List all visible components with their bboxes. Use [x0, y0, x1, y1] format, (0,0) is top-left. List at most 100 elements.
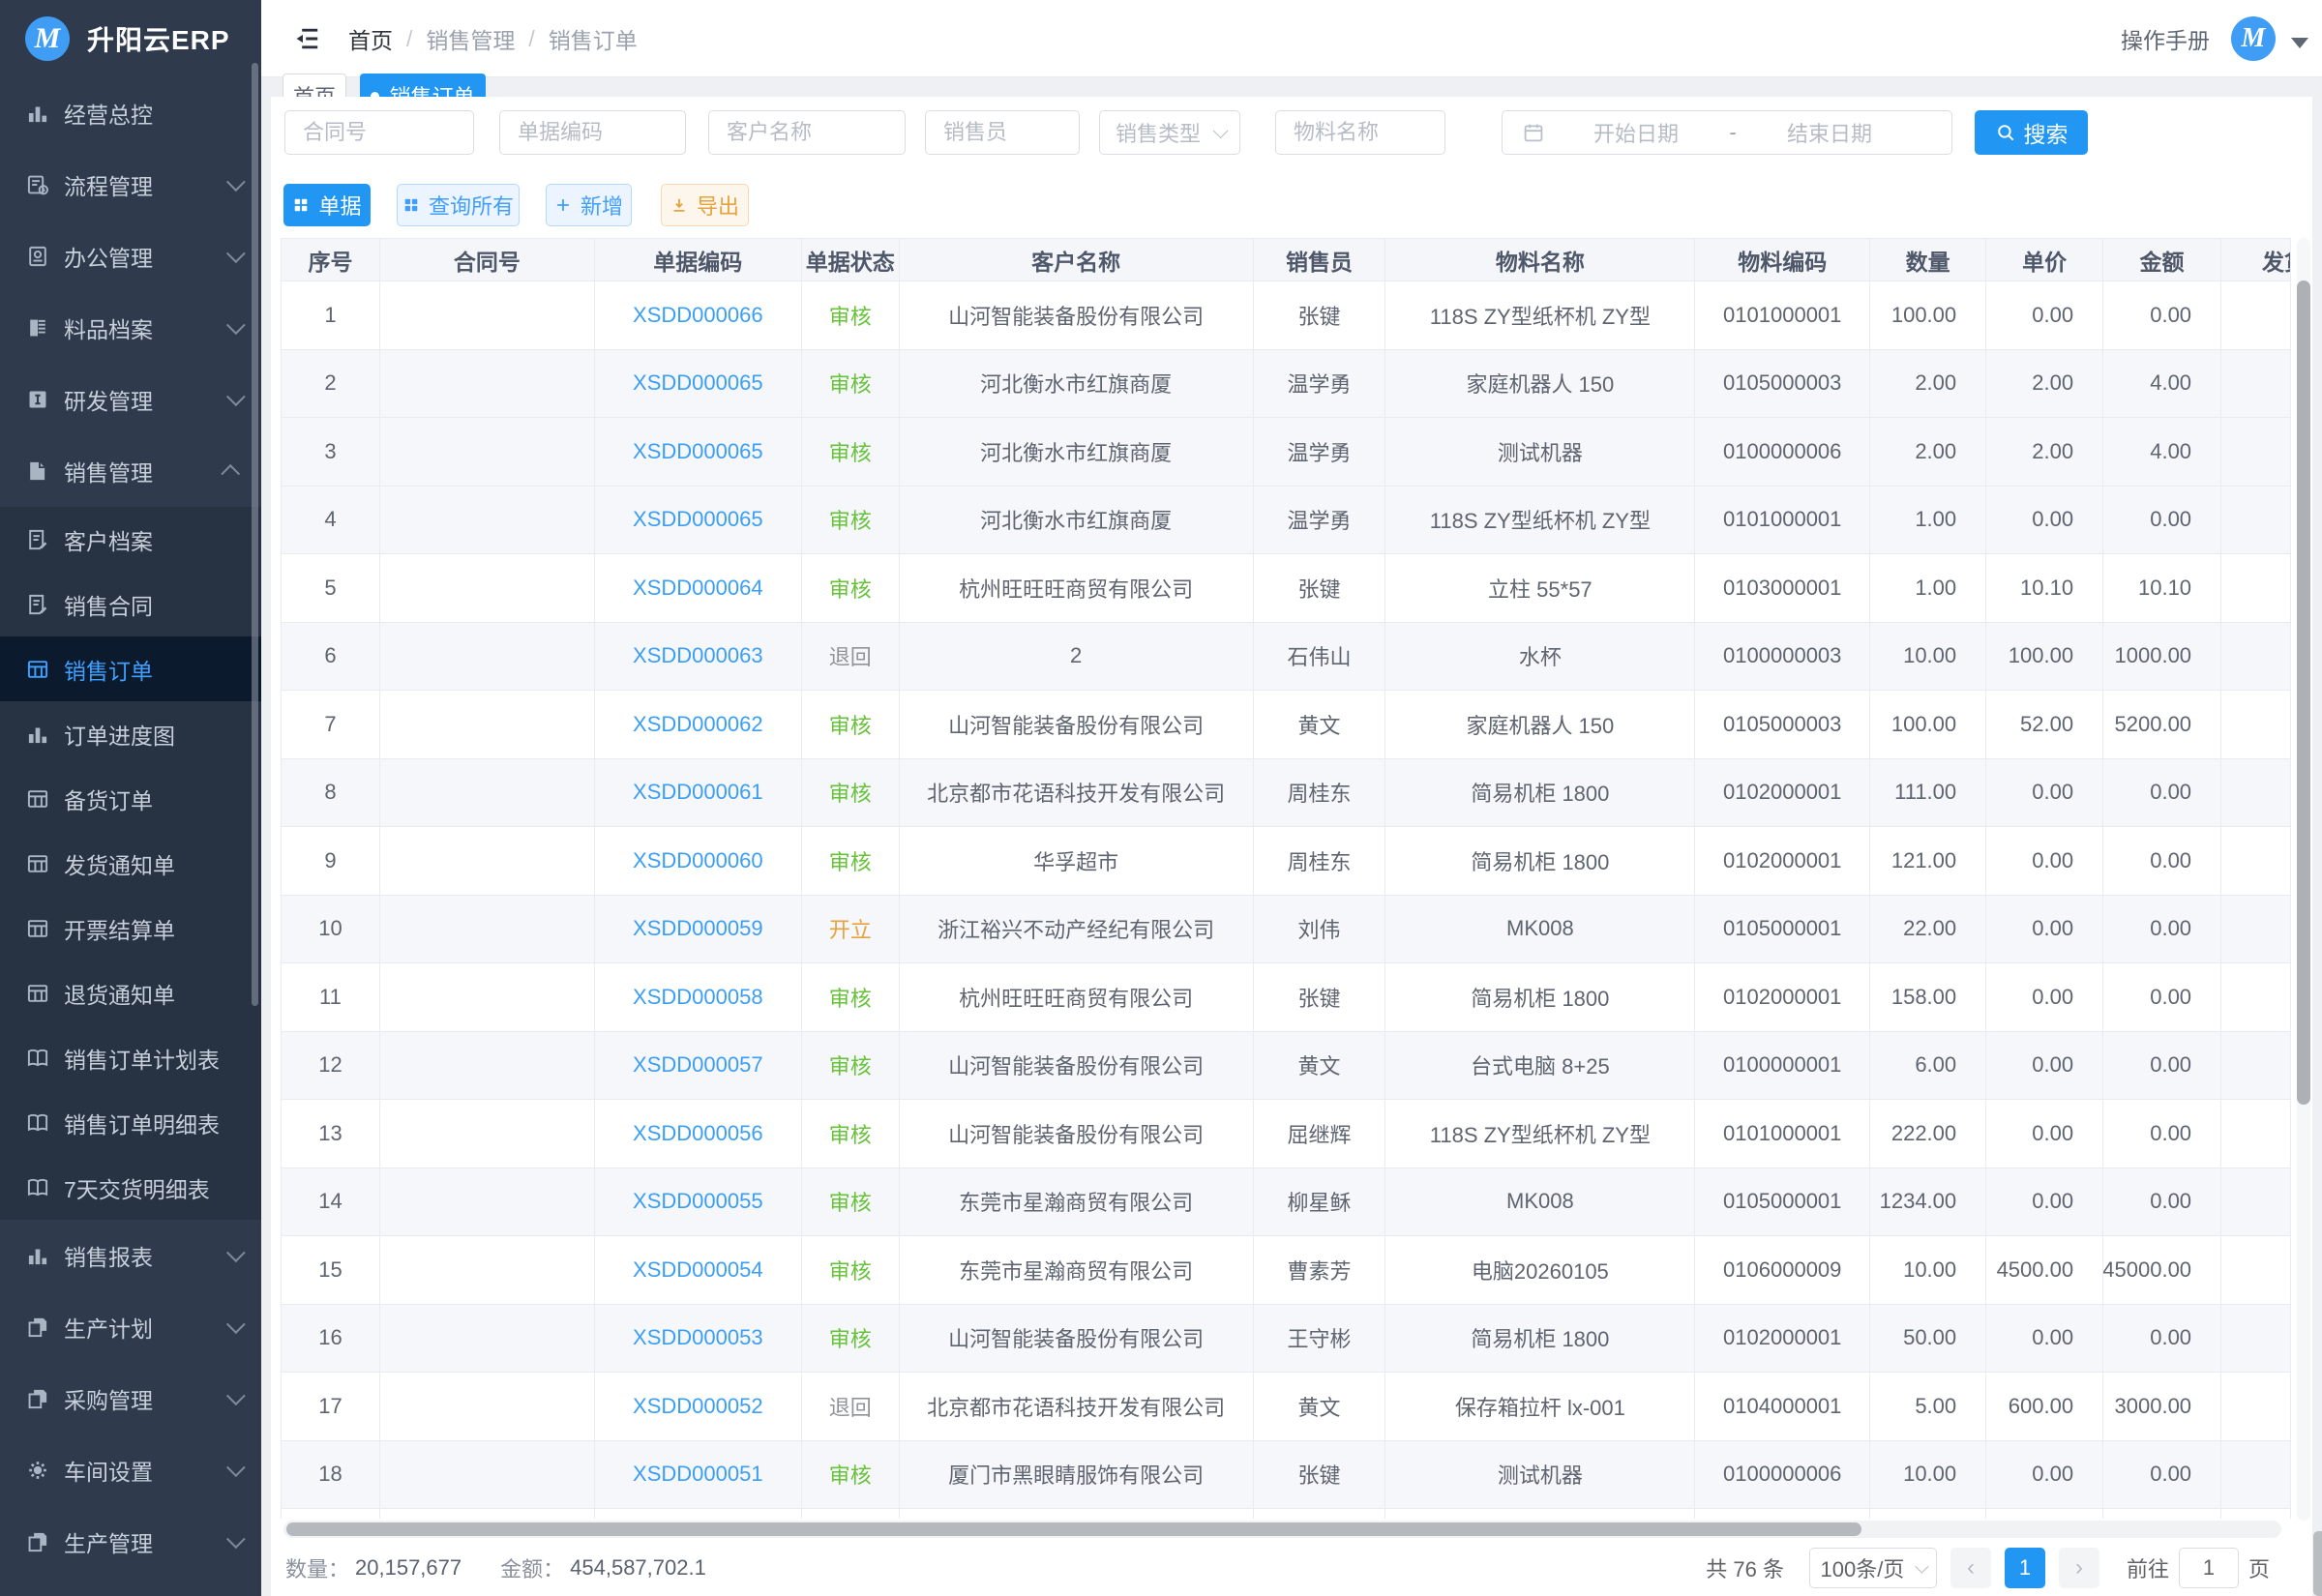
sidebar-item-processing-workshop[interactable]: 加工车间 — [0, 1578, 261, 1596]
breadcrumb-sales-order[interactable]: 销售订单 — [549, 22, 638, 55]
cell-doc-no-link[interactable]: XSDD000059 — [595, 896, 802, 964]
sales-type-select[interactable]: 销售类型 — [1099, 110, 1240, 155]
search-button[interactable]: 搜索 — [1975, 110, 2088, 155]
col-header-customer[interactable]: 客户名称 — [900, 239, 1254, 281]
breadcrumb-home[interactable]: 首页 — [348, 22, 393, 55]
export-button[interactable]: 导出 — [661, 184, 749, 226]
col-header-shipping-clipped[interactable]: 发货 — [2221, 239, 2291, 281]
sidebar-item-production-plan[interactable]: 生产计划 — [0, 1291, 261, 1363]
table-vertical-scrollbar-track[interactable] — [2297, 238, 2310, 1521]
customer-input[interactable] — [708, 110, 906, 155]
add-button[interactable]: 新增 — [546, 184, 632, 226]
col-header-material-code[interactable]: 物料编码 — [1695, 239, 1870, 281]
end-date-placeholder[interactable]: 结束日期 — [1752, 117, 1907, 148]
cell-doc-no-link[interactable]: XSDD000058 — [595, 963, 802, 1032]
cell-doc-no-link[interactable]: XSDD000052 — [595, 1373, 802, 1441]
cell-doc-no-link[interactable]: XSDD000063 — [595, 623, 802, 692]
col-header-price[interactable]: 单价 — [1986, 239, 2103, 281]
table-vertical-scrollbar-thumb[interactable] — [2297, 281, 2310, 1105]
next-page-button[interactable]: › — [2059, 1548, 2099, 1588]
sidebar-item-sales-contract[interactable]: 销售合同 — [0, 572, 261, 636]
cell-doc-no-link[interactable]: XSDD000064 — [595, 554, 802, 623]
sidebar-collapse-icon[interactable] — [290, 23, 323, 54]
sidebar-item-business-overview[interactable]: 经营总控 — [0, 77, 261, 149]
col-header-qty[interactable]: 数量 — [1870, 239, 1986, 281]
table-row[interactable]: 5 XSDD000064 审核 杭州旺旺旺商贸有限公司 张键 立柱 55*57 … — [282, 554, 2291, 623]
avatar[interactable]: M — [2231, 16, 2276, 61]
doc-no-input[interactable] — [499, 110, 686, 155]
horizontal-scrollbar-thumb[interactable] — [286, 1522, 1861, 1536]
table-row[interactable]: 3 XSDD000065 审核 河北衡水市红旗商厦 温学勇 测试机器 01000… — [282, 418, 2291, 487]
cell-doc-no-link[interactable]: XSDD000053 — [595, 1305, 802, 1374]
sidebar-item-order-progress[interactable]: 订单进度图 — [0, 701, 261, 766]
col-header-material[interactable]: 物料名称 — [1385, 239, 1695, 281]
table-row[interactable]: 1 XSDD000066 审核 山河智能装备股份有限公司 张键 118S ZY型… — [282, 281, 2291, 350]
sidebar-item-return-notice[interactable]: 退货通知单 — [0, 961, 261, 1025]
col-header-doc-no[interactable]: 单据编码 — [595, 239, 802, 281]
table-row[interactable]: 14 XSDD000055 审核 东莞市星瀚商贸有限公司 柳星稣 MK008 0… — [282, 1168, 2291, 1237]
sidebar-item-production-mgmt[interactable]: 生产管理 — [0, 1506, 261, 1578]
date-range-picker[interactable]: 开始日期 - 结束日期 — [1502, 110, 1952, 155]
sidebar-item-purchase-mgmt[interactable]: 采购管理 — [0, 1363, 261, 1434]
sidebar-item-sales-order[interactable]: 销售订单 — [0, 636, 261, 701]
documents-button[interactable]: 单据 — [283, 184, 371, 226]
sidebar-item-workshop-settings[interactable]: 车间设置 — [0, 1434, 261, 1506]
table-row[interactable]: 9 XSDD000060 审核 华孚超市 周桂东 简易机柜 1800 01020… — [282, 827, 2291, 896]
sidebar-item-customer-files[interactable]: 客户档案 — [0, 507, 261, 572]
col-header-contract[interactable]: 合同号 — [380, 239, 595, 281]
table-row[interactable]: 18 XSDD000051 审核 厦门市黑眼睛服饰有限公司 张键 测试机器 01… — [282, 1441, 2291, 1510]
cell-doc-no-link[interactable]: XSDD000065 — [595, 418, 802, 487]
breadcrumb-sales-mgmt[interactable]: 销售管理 — [426, 22, 515, 55]
sidebar-item-invoice-settlement[interactable]: 开票结算单 — [0, 896, 261, 961]
cell-doc-no-link[interactable]: XSDD000055 — [595, 1168, 802, 1237]
caret-down-icon[interactable] — [2291, 38, 2308, 48]
sidebar-item-stock-order[interactable]: 备货订单 — [0, 766, 261, 831]
sidebar-item-order-plan-report[interactable]: 销售订单计划表 — [0, 1025, 261, 1090]
table-row[interactable]: 2 XSDD000065 审核 河北衡水市红旗商厦 温学勇 家庭机器人 150 … — [282, 350, 2291, 419]
cell-doc-no-link[interactable]: XSDD000060 — [595, 827, 802, 896]
table-row[interactable]: 10 XSDD000059 开立 浙江裕兴不动产经纪有限公司 刘伟 MK008 … — [282, 896, 2291, 964]
sidebar-item-shipping-notice[interactable]: 发货通知单 — [0, 831, 261, 896]
horizontal-scrollbar-track[interactable] — [283, 1521, 2281, 1538]
cell-doc-no-link[interactable]: XSDD000066 — [595, 281, 802, 350]
sidebar-item-sales-mgmt[interactable]: 销售管理 — [0, 435, 261, 507]
contract-no-input[interactable] — [284, 110, 474, 155]
page-scrollbar-thumb[interactable] — [2313, 1531, 2322, 1596]
current-page-button[interactable]: 1 — [2005, 1548, 2045, 1588]
cell-doc-no-link[interactable]: XSDD000061 — [595, 759, 802, 828]
table-row[interactable]: 13 XSDD000056 审核 山河智能装备股份有限公司 屈继辉 118S Z… — [282, 1100, 2291, 1168]
table-row[interactable]: 8 XSDD000061 审核 北京都市花语科技开发有限公司 周桂东 简易机柜 … — [282, 759, 2291, 828]
table-row[interactable]: 12 XSDD000057 审核 山河智能装备股份有限公司 黄文 台式电脑 8+… — [282, 1032, 2291, 1101]
sidebar-item-rd-mgmt[interactable]: 研发管理 — [0, 364, 261, 435]
salesperson-input[interactable] — [925, 110, 1080, 155]
sidebar-item-office-mgmt[interactable]: 办公管理 — [0, 221, 261, 292]
cell-doc-no-link[interactable]: XSDD000056 — [595, 1100, 802, 1168]
table-row[interactable]: 4 XSDD000065 审核 河北衡水市红旗商厦 温学勇 118S ZY型纸杯… — [282, 487, 2291, 555]
table-row[interactable]: 17 XSDD000052 退回 北京都市花语科技开发有限公司 黄文 保存箱拉杆… — [282, 1373, 2291, 1441]
cell-doc-no-link[interactable]: XSDD000065 — [595, 350, 802, 419]
sidebar-scrollbar[interactable] — [252, 63, 258, 1006]
col-header-salesperson[interactable]: 销售员 — [1254, 239, 1386, 281]
sidebar-item-material-files[interactable]: 料品档案 — [0, 292, 261, 364]
prev-page-button[interactable]: ‹ — [1950, 1548, 1991, 1588]
table-row[interactable]: 16 XSDD000053 审核 山河智能装备股份有限公司 王守彬 简易机柜 1… — [282, 1305, 2291, 1374]
sidebar-item-order-detail-report[interactable]: 销售订单明细表 — [0, 1090, 261, 1155]
page-size-select[interactable]: 100条/页 — [1809, 1548, 1937, 1588]
cell-doc-no-link[interactable]: XSDD000065 — [595, 487, 802, 555]
cell-doc-no-link[interactable]: XSDD000062 — [595, 691, 802, 759]
col-header-status[interactable]: 单据状态 — [802, 239, 900, 281]
sidebar-item-sales-reports[interactable]: 销售报表 — [0, 1220, 261, 1291]
table-row[interactable]: 15 XSDD000054 审核 东莞市星瀚商贸有限公司 曹素芳 电脑20260… — [282, 1236, 2291, 1305]
table-row[interactable]: 6 XSDD000063 退回 2 石伟山 水杯 0100000003 10.0… — [282, 623, 2291, 692]
manual-link[interactable]: 操作手册 — [2121, 22, 2210, 55]
col-header-index[interactable]: 序号 — [282, 239, 380, 281]
start-date-placeholder[interactable]: 开始日期 — [1559, 117, 1713, 148]
cell-doc-no-link[interactable]: XSDD000051 — [595, 1441, 802, 1510]
query-all-button[interactable]: 查询所有 — [397, 184, 520, 226]
col-header-amount[interactable]: 金额 — [2103, 239, 2221, 281]
material-input[interactable] — [1275, 110, 1445, 155]
table-row[interactable]: 7 XSDD000062 审核 山河智能装备股份有限公司 黄文 家庭机器人 15… — [282, 691, 2291, 759]
cell-doc-no-link[interactable]: XSDD000054 — [595, 1236, 802, 1305]
sidebar-item-process-mgmt[interactable]: 流程管理 — [0, 149, 261, 221]
sidebar-item-7day-delivery-report[interactable]: 7天交货明细表 — [0, 1155, 261, 1220]
